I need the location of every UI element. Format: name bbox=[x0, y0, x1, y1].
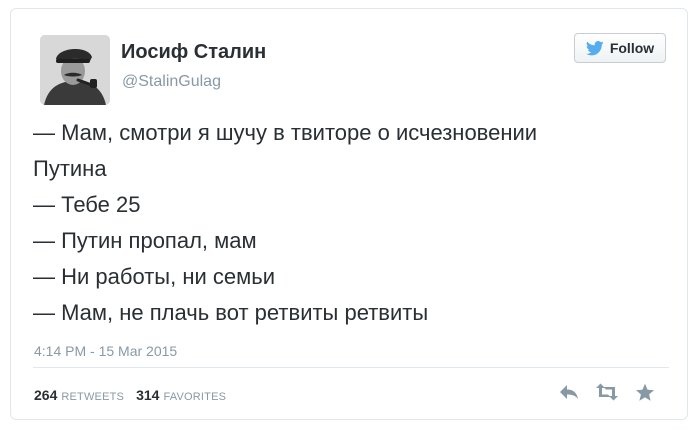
star-icon bbox=[636, 383, 654, 401]
tweet-stats: 264 RETWEETS 314 FAVORITES bbox=[34, 387, 226, 403]
avatar[interactable] bbox=[40, 35, 110, 105]
retweet-button[interactable] bbox=[595, 382, 619, 402]
divider bbox=[33, 367, 669, 368]
tweet-line: — Тебе 25 bbox=[33, 192, 141, 217]
display-name[interactable]: Иосиф Сталин bbox=[121, 41, 266, 64]
tweet-line: — Мам, не плачь вот ретвиты ретвиты bbox=[33, 300, 429, 325]
tweet-timestamp[interactable]: 4:14 PM - 15 Mar 2015 bbox=[34, 343, 177, 359]
favorites-stat[interactable]: 314 FAVORITES bbox=[136, 387, 226, 403]
tweet-line: — Ни работы, ни семьи bbox=[33, 264, 275, 289]
reply-icon bbox=[560, 385, 578, 399]
follow-label: Follow bbox=[609, 40, 655, 56]
avatar-image bbox=[40, 35, 110, 105]
user-handle[interactable]: @StalinGulag bbox=[122, 73, 221, 91]
retweet-icon bbox=[596, 383, 618, 401]
tweet-card: Иосиф Сталин @StalinGulag Follow — Мам, … bbox=[10, 8, 688, 420]
retweets-count: 264 bbox=[34, 387, 58, 403]
tweet-line: — Путин пропал, мам bbox=[33, 228, 257, 253]
retweets-label: RETWEETS bbox=[61, 391, 125, 403]
favorite-button[interactable] bbox=[633, 382, 657, 402]
favorites-label: FAVORITES bbox=[163, 391, 227, 403]
reply-button[interactable] bbox=[557, 382, 581, 402]
twitter-bird-icon bbox=[585, 40, 604, 55]
tweet-line: — Мам, смотри я шучу в твиторе о исчезно… bbox=[33, 120, 538, 145]
tweet-actions bbox=[557, 382, 657, 402]
retweets-stat[interactable]: 264 RETWEETS bbox=[34, 387, 124, 403]
tweet-line: Путина bbox=[33, 156, 107, 181]
favorites-count: 314 bbox=[136, 387, 160, 403]
follow-button[interactable]: Follow bbox=[574, 33, 666, 63]
tweet-text: — Мам, смотри я шучу в твиторе о исчезно… bbox=[33, 115, 673, 331]
